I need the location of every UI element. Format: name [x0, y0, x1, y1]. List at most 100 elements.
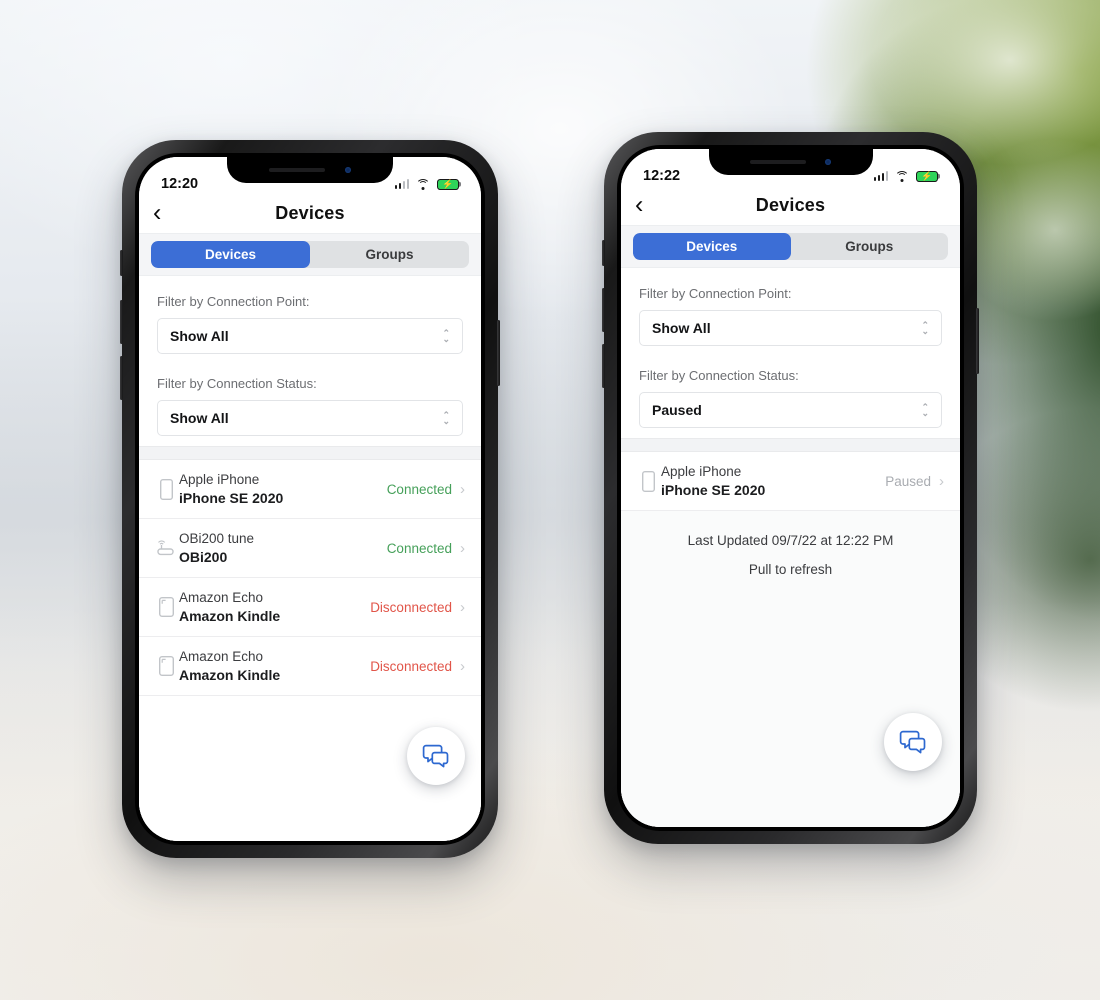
phone-bezel-left: 12:20 ⚡ ‹ Devices Devices Groups Filter … — [135, 153, 485, 845]
battery-charging-icon: ⚡ — [916, 170, 938, 182]
filter-connection-point-label: Filter by Connection Point: — [157, 294, 310, 309]
phone-screen-right: 12:22 ⚡ ‹ Devices Devices Groups Filter … — [621, 149, 960, 827]
device-name: Amazon Echo — [179, 649, 264, 664]
filter-connection-point-select[interactable]: Show All ⌃ ⌄ — [639, 310, 942, 346]
mute-switch[interactable] — [602, 240, 605, 266]
device-status: Connected — [386, 481, 452, 497]
front-camera-icon — [345, 167, 352, 173]
device-name: Apple iPhone — [179, 472, 260, 487]
filter-connection-point-select[interactable]: Show All ⌃ ⌄ — [157, 318, 463, 354]
device-list: Apple iPhone iPhone SE 2020 Paused › — [621, 452, 960, 511]
notch — [708, 149, 873, 175]
device-info: Amazon Echo Amazon Kindle — [179, 590, 370, 624]
device-status: Connected — [386, 540, 452, 556]
notch — [227, 157, 393, 183]
status-bar-indicators: ⚡ — [873, 170, 938, 182]
phone-bezel-right: 12:22 ⚡ ‹ Devices Devices Groups Filter … — [617, 145, 964, 831]
table-row[interactable]: Apple iPhone iPhone SE 2020 Connected › — [139, 460, 481, 519]
status-badge: Disconnected › — [370, 599, 465, 616]
signal-bars-icon — [873, 171, 888, 181]
status-badge: Connected › — [387, 540, 465, 557]
phone-icon — [153, 478, 179, 500]
chevron-right-icon: › — [460, 598, 465, 616]
wifi-icon — [416, 178, 430, 190]
volume-down-button[interactable] — [602, 344, 605, 388]
device-info: Apple iPhone iPhone SE 2020 — [661, 464, 885, 498]
chevron-updown-icon: ⌃ ⌄ — [442, 409, 450, 426]
filter-connection-status-label: Filter by Connection Status: — [157, 376, 317, 391]
chevron-left-icon[interactable]: ‹ — [153, 200, 161, 226]
table-row[interactable]: OBi200 tune OBi200 Connected › — [139, 519, 481, 578]
chevron-updown-icon: ⌃ ⌄ — [921, 319, 929, 336]
phone-icon — [635, 470, 661, 492]
screenshot-stage: 12:20 ⚡ ‹ Devices Devices Groups Filter … — [0, 0, 1100, 1000]
filter-connection-status-value: Paused — [652, 402, 702, 418]
chat-bubbles-icon — [899, 730, 926, 754]
device-model: iPhone SE 2020 — [179, 490, 284, 506]
navigation-bar: ‹ Devices — [621, 185, 960, 225]
phone-mockup-left: 12:20 ⚡ ‹ Devices Devices Groups Filter … — [120, 140, 500, 858]
mute-switch[interactable] — [120, 250, 123, 276]
filter-connection-status-select[interactable]: Paused ⌃ ⌄ — [639, 392, 942, 428]
status-badge: Connected › — [387, 481, 465, 498]
navigation-bar: ‹ Devices — [139, 193, 481, 233]
chat-support-button[interactable] — [884, 713, 942, 771]
status-bar-indicators: ⚡ — [394, 178, 459, 190]
earpiece-speaker — [749, 160, 806, 164]
filter-connection-point-label: Filter by Connection Point: — [639, 286, 792, 301]
tab-groups[interactable]: Groups — [791, 233, 949, 260]
filter-connection-status-select[interactable]: Show All ⌃ ⌄ — [157, 400, 463, 436]
table-row[interactable]: Apple iPhone iPhone SE 2020 Paused › — [621, 452, 960, 511]
device-model: iPhone SE 2020 — [661, 482, 766, 498]
power-button[interactable] — [497, 320, 500, 386]
table-row[interactable]: Amazon Echo Amazon Kindle Disconnected › — [139, 578, 481, 637]
volume-up-button[interactable] — [120, 300, 123, 344]
device-status: Disconnected — [370, 658, 452, 674]
segmented-control-container: Devices Groups — [139, 233, 481, 276]
phone-mockup-right: 12:22 ⚡ ‹ Devices Devices Groups Filter … — [602, 132, 979, 844]
battery-charging-icon: ⚡ — [437, 178, 459, 190]
page-title: Devices — [755, 194, 826, 215]
volume-down-button[interactable] — [120, 356, 123, 400]
segmented-control[interactable]: Devices Groups — [633, 233, 948, 260]
volume-up-button[interactable] — [602, 288, 605, 332]
device-model: OBi200 — [179, 549, 228, 565]
filter-connection-point-value: Show All — [170, 328, 229, 344]
list-separator — [621, 438, 960, 452]
list-separator — [139, 446, 481, 460]
device-info: OBi200 tune OBi200 — [179, 531, 387, 565]
tab-groups[interactable]: Groups — [310, 241, 469, 268]
device-name: Apple iPhone — [661, 464, 742, 479]
chevron-updown-icon: ⌃ ⌄ — [442, 327, 450, 344]
status-badge: Disconnected › — [370, 658, 465, 675]
chevron-updown-icon: ⌃ ⌄ — [921, 401, 929, 418]
device-info: Apple iPhone iPhone SE 2020 — [179, 472, 387, 506]
filters-section: Filter by Connection Point: Show All ⌃ ⌄ … — [621, 268, 960, 438]
tab-devices[interactable]: Devices — [633, 233, 791, 260]
tablet-icon — [153, 597, 179, 617]
device-status: Disconnected — [370, 599, 452, 615]
status-bar-time: 12:20 — [161, 176, 199, 192]
tab-devices[interactable]: Devices — [151, 241, 310, 268]
pull-to-refresh-hint: Pull to refresh — [748, 561, 833, 577]
device-name: Amazon Echo — [179, 590, 264, 605]
device-model: Amazon Kindle — [179, 667, 281, 683]
earpiece-speaker — [268, 168, 326, 172]
segmented-control-container: Devices Groups — [621, 225, 960, 268]
segmented-control[interactable]: Devices Groups — [151, 241, 469, 268]
chat-bubbles-icon — [422, 744, 449, 768]
status-badge: Paused › — [885, 473, 944, 490]
power-button[interactable] — [976, 308, 979, 374]
chat-support-button[interactable] — [407, 727, 465, 785]
status-bar-time: 12:22 — [643, 168, 681, 184]
filter-connection-status-value: Show All — [170, 410, 229, 426]
chevron-left-icon[interactable]: ‹ — [635, 192, 643, 218]
page-title: Devices — [275, 202, 345, 223]
tablet-icon — [153, 656, 179, 676]
device-name: OBi200 tune — [179, 531, 255, 546]
signal-bars-icon — [394, 179, 409, 189]
chevron-right-icon: › — [460, 657, 465, 675]
chevron-right-icon: › — [939, 472, 944, 490]
refresh-footer: Last Updated 09/7/22 at 12:22 PM Pull to… — [621, 511, 960, 827]
table-row[interactable]: Amazon Echo Amazon Kindle Disconnected › — [139, 637, 481, 696]
